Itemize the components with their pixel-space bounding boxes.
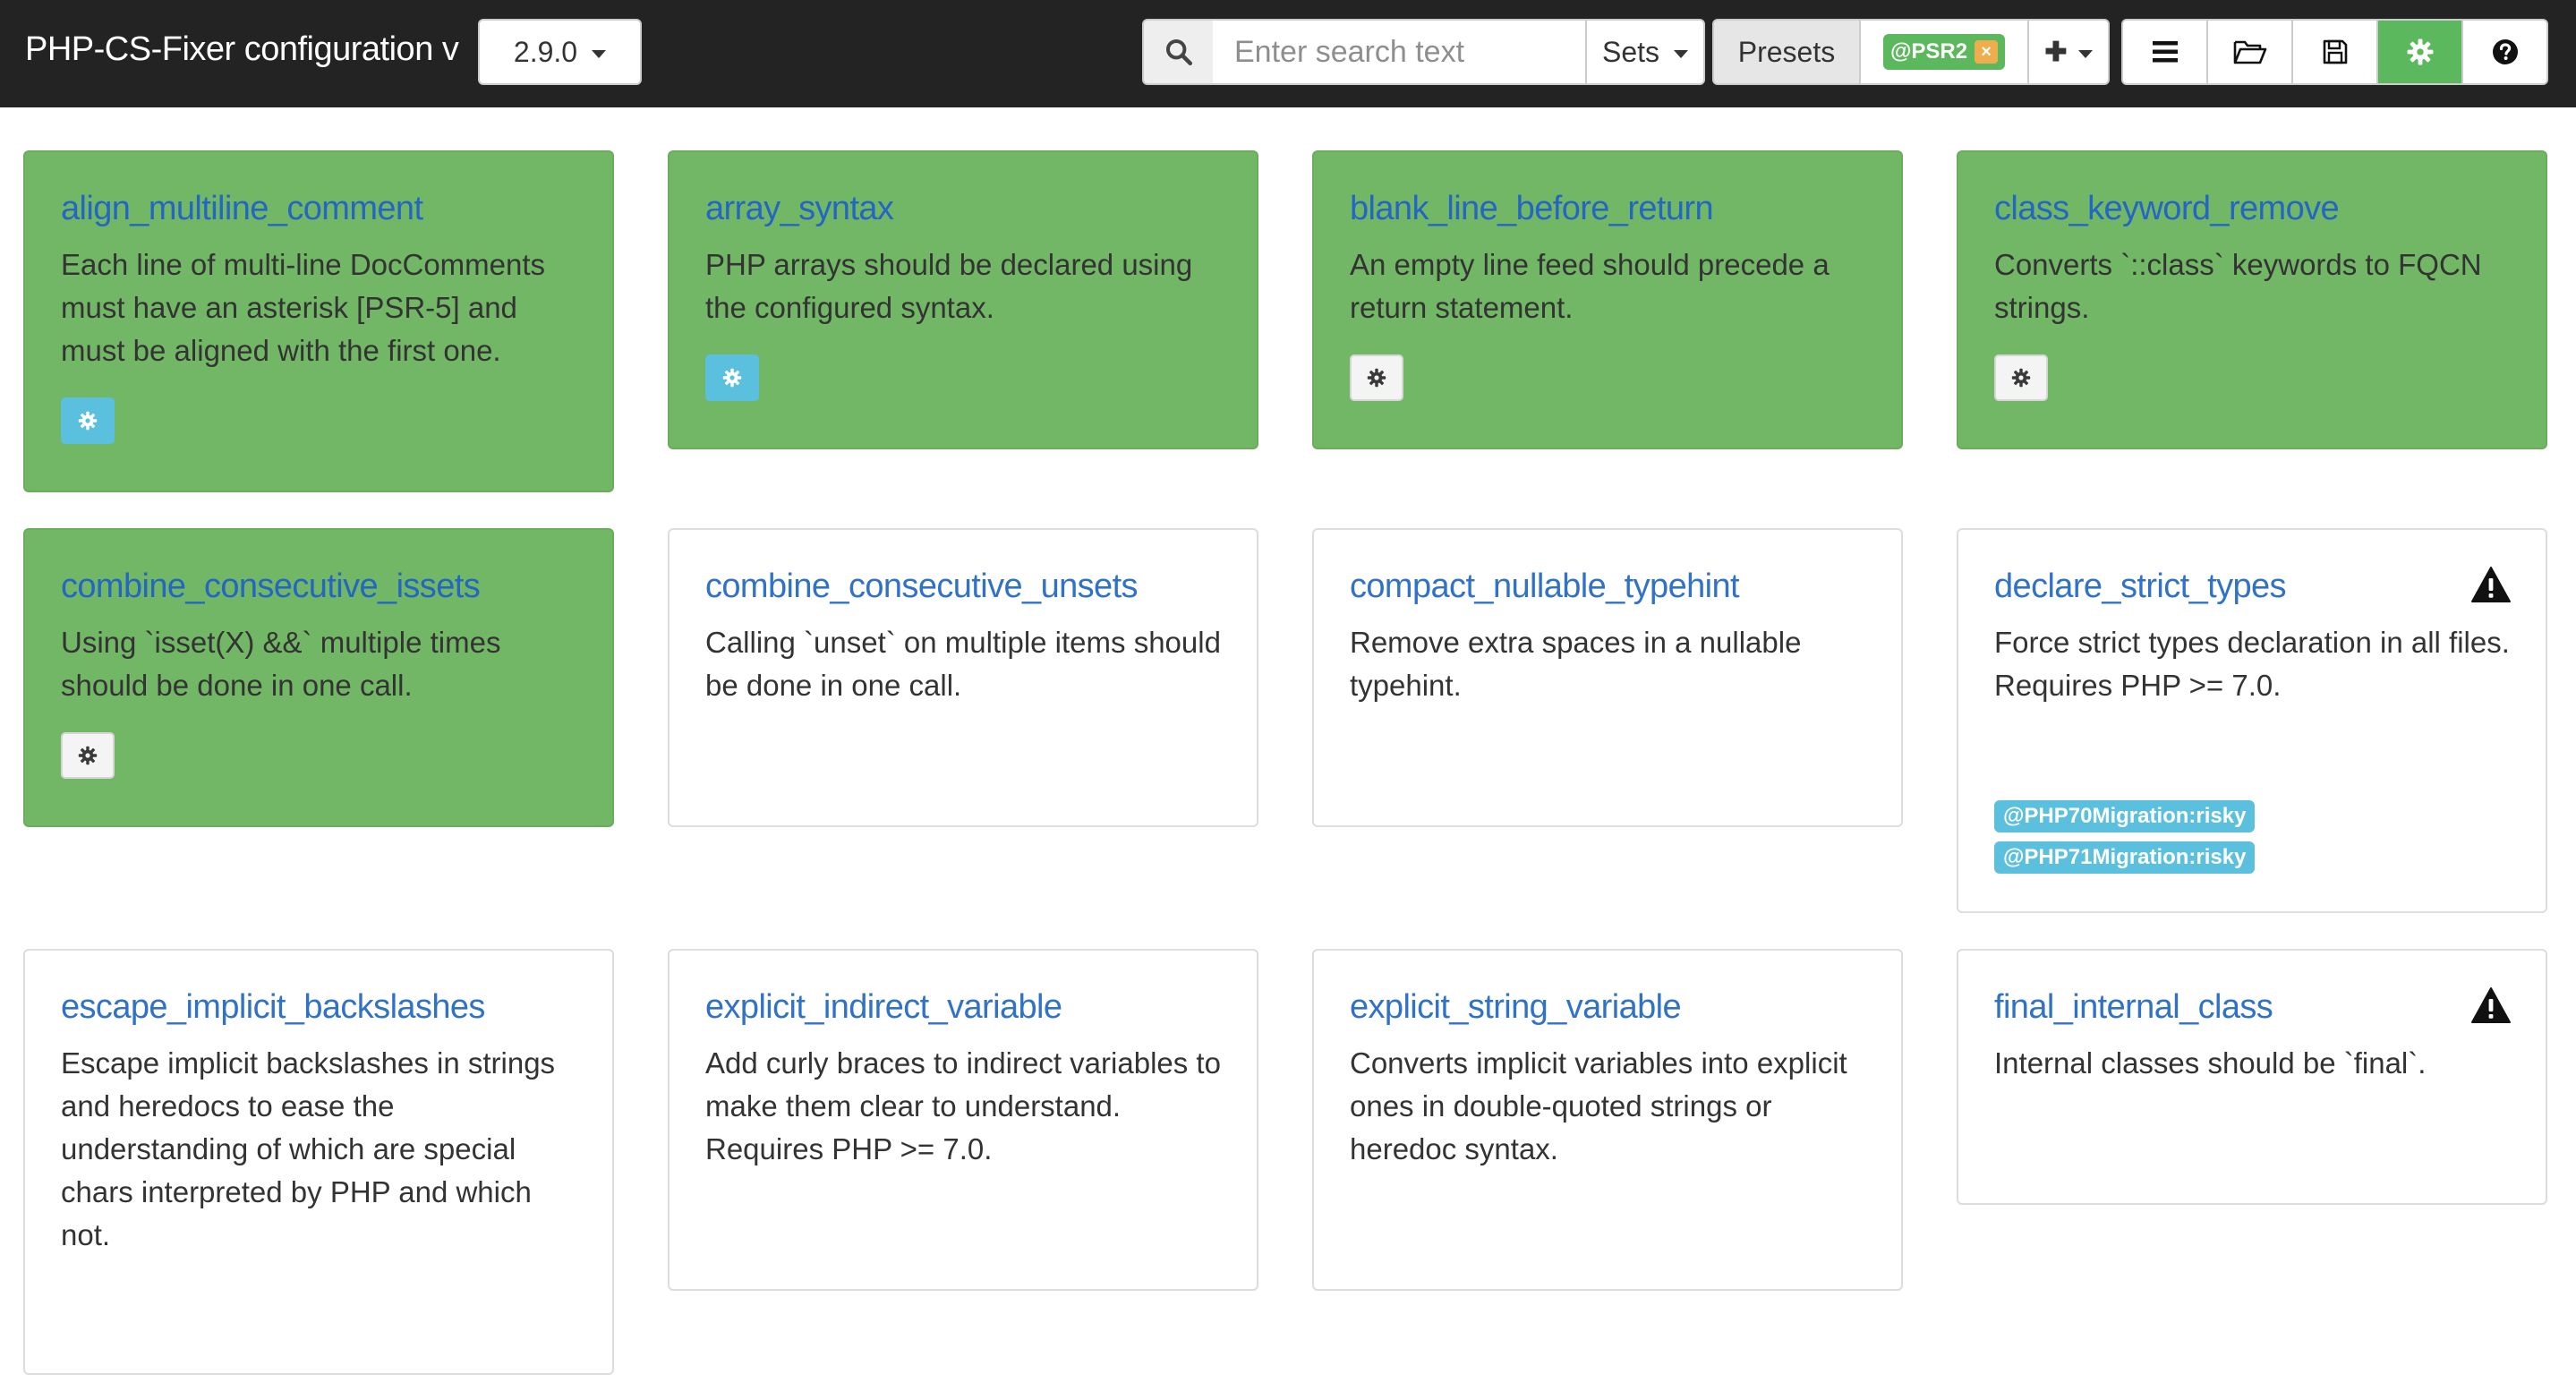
rule-set-tags: @PHP70Migration:risky @PHP71Migration:ri… [1994, 800, 2256, 883]
help-button[interactable] [2463, 21, 2546, 83]
rule-description: An empty line feed should precede a retu… [1350, 248, 1830, 324]
configure-rule-button[interactable] [61, 732, 115, 779]
rule-title-link[interactable]: combine_consecutive_unsets [705, 564, 1221, 609]
rule-card[interactable]: combine_consecutive_unsets Calling `unse… [668, 528, 1258, 827]
rule-description: Add curly braces to indirect variables t… [705, 1046, 1221, 1165]
save-button[interactable] [2293, 21, 2378, 83]
rule-title-link[interactable]: combine_consecutive_issets [61, 564, 576, 609]
rule-card[interactable]: declare_strict_types Force strict types … [1957, 528, 2547, 913]
gear-icon [2011, 368, 2031, 388]
caret-down-icon [2077, 49, 2093, 58]
rule-card[interactable]: explicit_indirect_variable Add curly bra… [668, 949, 1258, 1291]
warning-icon [2471, 987, 2511, 1023]
sets-dropdown[interactable]: Sets [1585, 19, 1705, 85]
app-title: PHP-CS-Fixer configuration v [25, 30, 459, 68]
rule-card[interactable]: final_internal_class Internal classes sh… [1957, 949, 2547, 1205]
rule-title-link[interactable]: class_keyword_remove [1994, 186, 2510, 231]
list-icon [2152, 41, 2178, 63]
rule-title-link[interactable]: array_syntax [705, 186, 1221, 231]
rule-title-link[interactable]: explicit_indirect_variable [705, 985, 1221, 1029]
save-icon [2323, 39, 2347, 64]
rule-title-link[interactable]: escape_implicit_backslashes [61, 985, 576, 1029]
version-dropdown[interactable]: 2.9.0 [478, 19, 642, 85]
list-view-button[interactable] [2123, 21, 2208, 83]
rule-card[interactable]: escape_implicit_backslashes Escape impli… [23, 949, 614, 1375]
rule-title-link[interactable]: compact_nullable_typehint [1350, 564, 1865, 609]
rule-title-link[interactable]: final_internal_class [1994, 985, 2510, 1029]
rule-description: Internal classes should be `final`. [1994, 1046, 2427, 1080]
rule-title-link[interactable]: blank_line_before_return [1350, 186, 1865, 231]
rule-description: Using `isset(X) &&` multiple times shoul… [61, 626, 501, 702]
rule-description: Calling `unset` on multiple items should… [705, 626, 1221, 702]
rule-card[interactable]: array_syntax PHP arrays should be declar… [668, 150, 1258, 449]
settings-button[interactable] [2378, 21, 2463, 83]
rule-card[interactable]: align_multiline_comment Each line of mul… [23, 150, 614, 492]
set-tag: @PHP70Migration:risky [1994, 800, 2256, 832]
plus-icon: ✚ [2044, 37, 2068, 67]
sets-label: Sets [1601, 35, 1660, 68]
rule-card[interactable]: blank_line_before_return An empty line f… [1312, 150, 1903, 449]
rule-title-link[interactable]: declare_strict_types [1994, 564, 2510, 609]
rule-card[interactable]: combine_consecutive_issets Using `isset(… [23, 528, 614, 827]
rule-description: Remove extra spaces in a nullable typehi… [1350, 626, 1802, 702]
presets-field[interactable]: @PSR2 × [1859, 19, 2029, 85]
rule-card[interactable]: class_keyword_remove Converts `::class` … [1957, 150, 2547, 449]
rule-title-link[interactable]: align_multiline_comment [61, 186, 576, 231]
toolbar-buttons [2121, 19, 2548, 85]
rule-title-link[interactable]: explicit_string_variable [1350, 985, 1865, 1029]
configure-rule-button[interactable] [705, 354, 759, 401]
gear-icon [1367, 368, 1386, 388]
configure-rule-button[interactable] [61, 397, 115, 444]
top-navbar: PHP-CS-Fixer configuration v 2.9.0 Sets … [0, 0, 2576, 107]
rule-description: Escape implicit backslashes in strings a… [61, 1046, 556, 1251]
rule-description: Converts implicit variables into explici… [1350, 1046, 1847, 1165]
version-label: 2.9.0 [513, 35, 578, 68]
rule-card[interactable]: explicit_string_variable Converts implic… [1312, 949, 1903, 1291]
caret-down-icon [592, 49, 607, 58]
search-icon [1142, 19, 1215, 85]
gear-icon [78, 411, 98, 431]
gear-icon [2407, 38, 2433, 65]
configure-rule-button[interactable] [1350, 354, 1403, 401]
rule-description: Each line of multi-line DocComments must… [61, 248, 546, 367]
add-preset-dropdown[interactable]: ✚ [2027, 19, 2110, 85]
warning-icon [2471, 567, 2511, 602]
remove-preset-icon[interactable]: × [1975, 40, 1999, 64]
gear-icon [722, 368, 742, 388]
rule-description: Converts `::class` keywords to FQCN stri… [1994, 248, 2482, 324]
open-file-button[interactable] [2208, 21, 2293, 83]
rule-description: Force strict types declaration in all fi… [1994, 626, 2510, 702]
configure-rule-button[interactable] [1994, 354, 2048, 401]
set-tag: @PHP71Migration:risky [1994, 841, 2256, 874]
caret-down-icon [1674, 49, 1689, 58]
folder-open-icon [2233, 40, 2266, 64]
preset-tag-psr2: @PSR2 × [1882, 34, 2006, 70]
rule-description: PHP arrays should be declared using the … [705, 248, 1193, 324]
preset-tag-label: @PSR2 [1889, 39, 1968, 64]
rule-card[interactable]: compact_nullable_typehint Remove extra s… [1312, 528, 1903, 827]
question-icon [2492, 39, 2518, 64]
search-input[interactable] [1213, 19, 1587, 85]
presets-label: Presets [1712, 19, 1861, 85]
gear-icon [78, 746, 98, 765]
